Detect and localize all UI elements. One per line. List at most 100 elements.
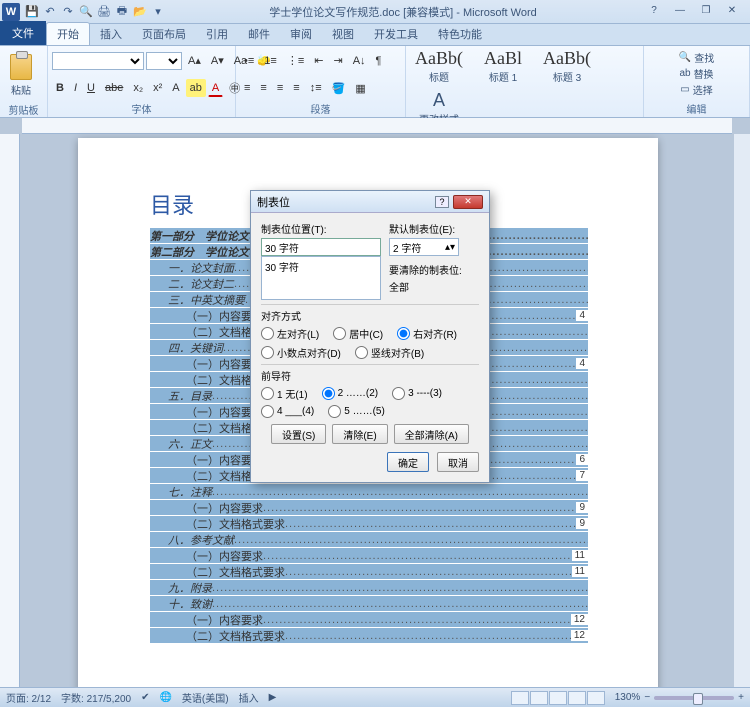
tab-pos-list[interactable]: 30 字符 [261, 256, 381, 300]
align-left-icon[interactable]: ≡ [240, 79, 254, 97]
view-read-icon[interactable] [530, 691, 548, 705]
tab-insert[interactable]: 插入 [90, 23, 132, 45]
multilevel-icon[interactable]: ⋮≡ [283, 52, 308, 70]
align-center-icon[interactable]: ≡ [256, 79, 270, 97]
tab-home[interactable]: 开始 [46, 22, 90, 45]
view-print-icon[interactable] [511, 691, 529, 705]
dialog-help-icon[interactable]: ? [435, 196, 449, 208]
toc-line[interactable]: （一）内容要求.................................… [150, 548, 588, 563]
font-color-icon[interactable]: A [208, 79, 223, 97]
view-web-icon[interactable] [549, 691, 567, 705]
qat-save-icon[interactable]: 💾 [24, 4, 40, 20]
tab-view[interactable]: 视图 [322, 23, 364, 45]
leader-5-radio[interactable]: 5 ……(5) [328, 405, 385, 418]
superscript-button[interactable]: x² [149, 79, 166, 97]
restore-button[interactable]: ❐ [696, 5, 716, 19]
align-center-radio[interactable]: 居中(C) [333, 326, 383, 341]
style-item-1[interactable]: AaBl 标题 1 [474, 48, 532, 84]
qat-redo-icon[interactable]: ↷ [60, 4, 76, 20]
style-item-0[interactable]: AaBb( 标题 [410, 48, 468, 84]
toc-line[interactable]: 九．附录....................................… [150, 580, 588, 595]
toc-line[interactable]: （一）内容要求.................................… [150, 612, 588, 627]
toc-line[interactable]: 十．致谢....................................… [150, 596, 588, 611]
qat-quickprint-icon[interactable]: 🖨 [96, 4, 112, 20]
sort-icon[interactable]: A↓ [349, 52, 370, 70]
borders-icon[interactable]: ▦ [351, 79, 369, 97]
leader-4-radio[interactable]: 4 ___(4) [261, 405, 314, 418]
zoom-out-button[interactable]: − [644, 692, 650, 703]
style-item-2[interactable]: AaBb( 标题 3 [538, 48, 596, 84]
status-page[interactable]: 页面: 2/12 [6, 690, 51, 705]
zoom-in-button[interactable]: + [738, 692, 744, 703]
indent-dec-icon[interactable]: ⇤ [310, 52, 327, 70]
text-effects-icon[interactable]: A [168, 79, 183, 97]
leader-1-radio[interactable]: 1 无(1) [261, 386, 308, 401]
align-bar-radio[interactable]: 竖线对齐(B) [355, 345, 424, 360]
shading-icon[interactable]: 🪣 [328, 79, 350, 97]
zoom-slider[interactable] [654, 696, 734, 700]
align-decimal-radio[interactable]: 小数点对齐(D) [261, 345, 341, 360]
line-spacing-icon[interactable]: ↕≡ [306, 79, 326, 97]
qat-undo-icon[interactable]: ↶ [42, 4, 58, 20]
tab-mailings[interactable]: 邮件 [238, 23, 280, 45]
clear-all-button[interactable]: 全部清除(A) [394, 424, 469, 444]
ok-button[interactable]: 确定 [387, 452, 429, 472]
qat-open-icon[interactable]: 📂 [132, 4, 148, 20]
bullets-icon[interactable]: •≡ [240, 52, 258, 70]
dialog-close-button[interactable]: ✕ [453, 195, 483, 209]
status-mode[interactable]: 插入 [239, 690, 259, 705]
align-right-icon[interactable]: ≡ [273, 79, 287, 97]
toc-line[interactable]: 八．参考文献..................................… [150, 532, 588, 547]
vertical-ruler[interactable] [0, 134, 20, 687]
show-marks-icon[interactable]: ¶ [372, 52, 386, 70]
macro-icon[interactable]: ▶ [269, 692, 277, 703]
list-item[interactable]: 30 字符 [265, 259, 377, 274]
indent-inc-icon[interactable]: ⇥ [329, 52, 346, 70]
toc-line[interactable]: （一）内容要求.................................… [150, 500, 588, 515]
shrink-font-icon[interactable]: A▾ [207, 52, 228, 70]
toc-line[interactable]: （二）文档格式要求...............................… [150, 516, 588, 531]
proofing-icon[interactable]: ✔ [141, 692, 149, 703]
tab-review[interactable]: 审阅 [280, 23, 322, 45]
status-language[interactable]: 英语(美国) [182, 690, 229, 705]
tab-file[interactable]: 文件 [0, 21, 46, 45]
toc-line[interactable]: （二）文档格式要求...............................… [150, 564, 588, 579]
zoom-value[interactable]: 130% [615, 692, 641, 703]
dialog-titlebar[interactable]: 制表位 ? ✕ [251, 191, 489, 213]
select-button[interactable]: ▭选择 [680, 82, 712, 97]
language-icon[interactable]: 🌐 [159, 692, 171, 703]
numbering-icon[interactable]: 1≡ [260, 52, 281, 70]
align-left-radio[interactable]: 左对齐(L) [261, 326, 319, 341]
default-tab-spinner[interactable]: 2 字符▴▾ [389, 238, 459, 256]
tab-pos-input[interactable] [261, 238, 381, 256]
font-family-select[interactable] [52, 52, 144, 70]
tab-developer[interactable]: 开发工具 [364, 23, 428, 45]
tab-references[interactable]: 引用 [196, 23, 238, 45]
qat-preview-icon[interactable]: 🔍 [78, 4, 94, 20]
replace-button[interactable]: ab替换 [679, 66, 713, 81]
toc-line[interactable]: 七．注释....................................… [150, 484, 588, 499]
underline-button[interactable]: U [83, 79, 99, 97]
strike-button[interactable]: abe [101, 79, 127, 97]
grow-font-icon[interactable]: A▴ [184, 52, 205, 70]
bold-button[interactable]: B [52, 79, 68, 97]
tab-special[interactable]: 特色功能 [428, 23, 492, 45]
cancel-button[interactable]: 取消 [437, 452, 479, 472]
view-outline-icon[interactable] [568, 691, 586, 705]
highlight-icon[interactable]: ab [186, 79, 206, 97]
leader-3-radio[interactable]: 3 ----(3) [392, 386, 442, 401]
qat-print-icon[interactable]: 🖶 [114, 4, 130, 20]
find-button[interactable]: 🔍查找 [679, 50, 714, 65]
set-button[interactable]: 设置(S) [271, 424, 326, 444]
horizontal-ruler[interactable] [22, 118, 732, 134]
close-button[interactable]: ✕ [722, 5, 742, 19]
paste-button[interactable]: 粘贴 [4, 48, 38, 102]
tab-layout[interactable]: 页面布局 [132, 23, 196, 45]
vertical-scrollbar[interactable] [734, 134, 750, 687]
align-right-radio[interactable]: 右对齐(R) [397, 326, 457, 341]
subscript-button[interactable]: x₂ [129, 79, 147, 97]
status-words[interactable]: 字数: 217/5,200 [61, 690, 131, 705]
minimize-button[interactable]: — [670, 5, 690, 19]
leader-2-radio[interactable]: 2 ……(2) [322, 386, 379, 401]
justify-icon[interactable]: ≡ [289, 79, 303, 97]
